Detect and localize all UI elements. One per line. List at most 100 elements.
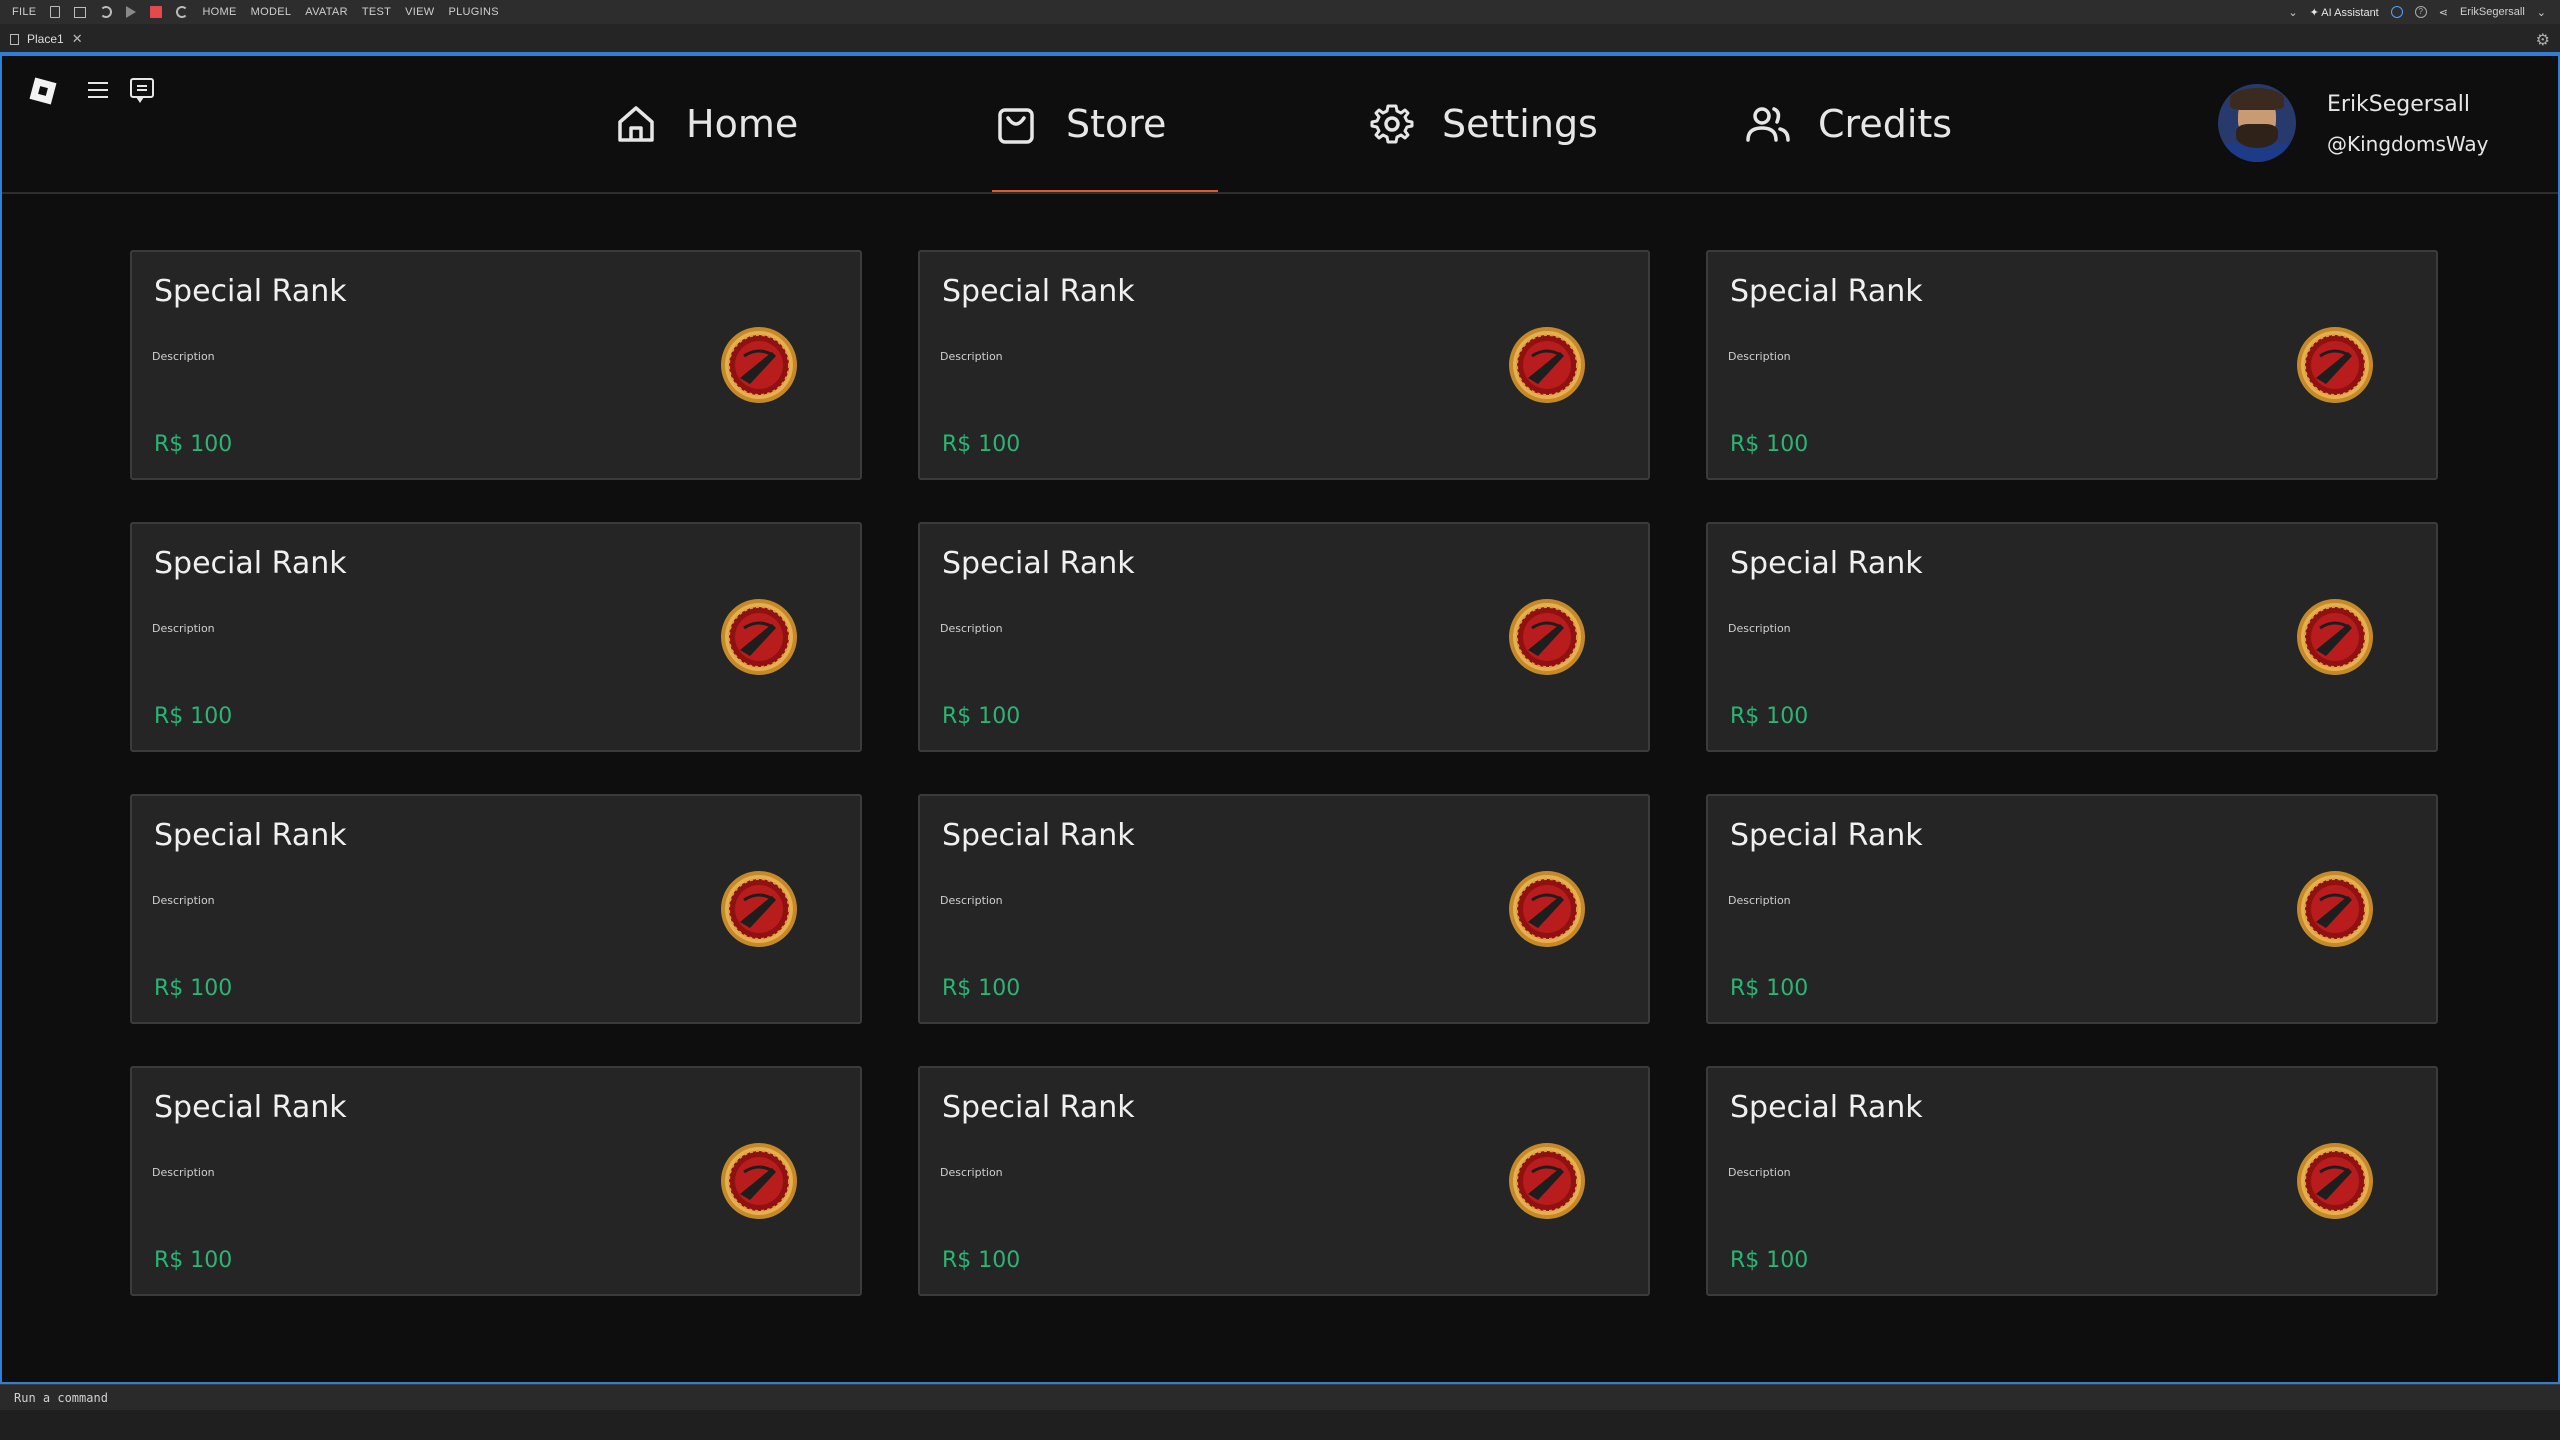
help-icon[interactable]: ? — [2414, 6, 2427, 18]
item-price: R$ 100 — [154, 1248, 233, 1273]
nav-settings[interactable]: Settings — [1368, 56, 1598, 192]
nav-credits[interactable]: Credits — [1744, 56, 1952, 192]
menu-avatar[interactable]: AVATAR — [305, 6, 348, 18]
chevron-down-icon[interactable]: ⌄ — [2288, 6, 2297, 19]
item-description: Description — [152, 350, 215, 363]
item-description: Description — [940, 350, 1003, 363]
rank-badge-icon — [720, 598, 798, 676]
store-item-card[interactable]: Special Rank Description R$ 100 — [1706, 1066, 2438, 1296]
users-icon — [1746, 107, 1790, 142]
item-price: R$ 100 — [154, 976, 233, 1001]
menu-model[interactable]: MODEL — [251, 6, 292, 18]
account-name[interactable]: ErikSegersall — [2460, 6, 2525, 18]
store-item-card[interactable]: Special Rank Description R$ 100 — [1706, 522, 2438, 752]
profile-handle: @KingdomsWay — [2327, 132, 2489, 156]
item-title: Special Rank — [1730, 818, 1923, 853]
item-description: Description — [1728, 350, 1791, 363]
item-description: Description — [940, 894, 1003, 907]
rank-badge-icon — [2296, 326, 2374, 404]
nav-settings-label: Settings — [1442, 102, 1598, 146]
rank-badge-icon — [2296, 598, 2374, 676]
ai-assistant-button[interactable]: ✦ AI Assistant — [2310, 6, 2379, 19]
shopping-bag-icon — [998, 108, 1034, 144]
store-item-card[interactable]: Special Rank Description R$ 100 — [918, 1066, 1650, 1296]
refresh-icon[interactable] — [100, 6, 113, 18]
command-input[interactable]: Run a command — [14, 1391, 108, 1405]
home-icon — [618, 106, 654, 142]
roblox-logo-icon[interactable] — [29, 77, 57, 105]
store-item-card[interactable]: Special Rank Description R$ 100 — [130, 1066, 862, 1296]
nav-store[interactable]: Store — [992, 56, 1166, 192]
gear-icon — [1370, 104, 1414, 144]
item-title: Special Rank — [942, 274, 1135, 309]
place-file-icon — [10, 33, 19, 45]
rank-badge-icon — [720, 326, 798, 404]
item-title: Special Rank — [942, 1090, 1135, 1125]
item-price: R$ 100 — [942, 432, 1021, 457]
item-description: Description — [940, 1166, 1003, 1179]
menu-test[interactable]: TEST — [362, 6, 391, 18]
item-description: Description — [1728, 894, 1791, 907]
account-chevron-icon[interactable]: ⌄ — [2537, 6, 2546, 19]
viewport-settings-icon[interactable]: ⚙ — [2536, 30, 2550, 49]
item-price: R$ 100 — [154, 704, 233, 729]
item-description: Description — [1728, 622, 1791, 635]
rank-badge-icon — [2296, 1142, 2374, 1220]
rank-badge-icon — [1508, 1142, 1586, 1220]
item-price: R$ 100 — [942, 1248, 1021, 1273]
status-area — [0, 1410, 2560, 1440]
store-item-card[interactable]: Special Rank Description R$ 100 — [918, 250, 1650, 480]
menu-plugins[interactable]: PLUGINS — [448, 6, 498, 18]
menu-file[interactable]: FILE — [12, 6, 36, 18]
item-price: R$ 100 — [942, 976, 1021, 1001]
item-description: Description — [152, 622, 215, 635]
play-icon[interactable] — [126, 6, 137, 18]
nav-home-label: Home — [686, 102, 799, 146]
store-item-card[interactable]: Special Rank Description R$ 100 — [130, 522, 862, 752]
item-description: Description — [152, 894, 215, 907]
store-grid: Special Rank Description R$ 100 Special … — [130, 250, 2438, 1296]
studio-toolbar: FILE HOME MODEL AVATAR TEST VIEW PLUGINS… — [0, 0, 2560, 24]
nav-home[interactable]: Home — [612, 56, 798, 192]
menu-view[interactable]: VIEW — [405, 6, 434, 18]
chat-icon[interactable] — [130, 78, 154, 103]
store-item-card[interactable]: Special Rank Description R$ 100 — [130, 250, 862, 480]
game-viewport: Home Store Settings Credits ErikSegersal… — [0, 54, 2560, 1384]
share-icon[interactable]: ⋖ — [2439, 6, 2448, 19]
ai-assistant-label: AI Assistant — [2321, 6, 2379, 19]
store-item-card[interactable]: Special Rank Description R$ 100 — [1706, 794, 2438, 1024]
item-price: R$ 100 — [1730, 432, 1809, 457]
store-item-card[interactable]: Special Rank Description R$ 100 — [1706, 250, 2438, 480]
rank-badge-icon — [2296, 870, 2374, 948]
profile-name: ErikSegersall — [2327, 92, 2471, 117]
nav-store-label: Store — [1066, 102, 1167, 146]
undo-icon[interactable] — [176, 6, 189, 18]
item-title: Special Rank — [942, 818, 1135, 853]
close-tab-icon[interactable]: ✕ — [72, 31, 83, 47]
item-title: Special Rank — [154, 274, 347, 309]
notification-icon[interactable] — [2390, 6, 2403, 18]
nav-credits-label: Credits — [1818, 102, 1953, 146]
rank-badge-icon — [1508, 326, 1586, 404]
new-file-icon[interactable] — [50, 6, 61, 18]
menu-home[interactable]: HOME — [202, 6, 236, 18]
rank-badge-icon — [720, 1142, 798, 1220]
item-title: Special Rank — [942, 546, 1135, 581]
tab-place1[interactable]: Place1 ✕ — [10, 28, 83, 50]
open-file-icon[interactable] — [74, 6, 87, 18]
avatar[interactable] — [2218, 84, 2296, 162]
menu-icon[interactable] — [88, 82, 108, 100]
store-item-card[interactable]: Special Rank Description R$ 100 — [130, 794, 862, 1024]
stop-icon[interactable] — [150, 6, 163, 18]
item-title: Special Rank — [1730, 546, 1923, 581]
item-price: R$ 100 — [1730, 976, 1809, 1001]
rank-badge-icon — [720, 870, 798, 948]
command-bar[interactable]: Run a command — [0, 1384, 2560, 1410]
rank-badge-icon — [1508, 598, 1586, 676]
item-description: Description — [152, 1166, 215, 1179]
rank-badge-icon — [1508, 870, 1586, 948]
item-price: R$ 100 — [942, 704, 1021, 729]
store-item-card[interactable]: Special Rank Description R$ 100 — [918, 794, 1650, 1024]
store-item-card[interactable]: Special Rank Description R$ 100 — [918, 522, 1650, 752]
item-title: Special Rank — [154, 818, 347, 853]
